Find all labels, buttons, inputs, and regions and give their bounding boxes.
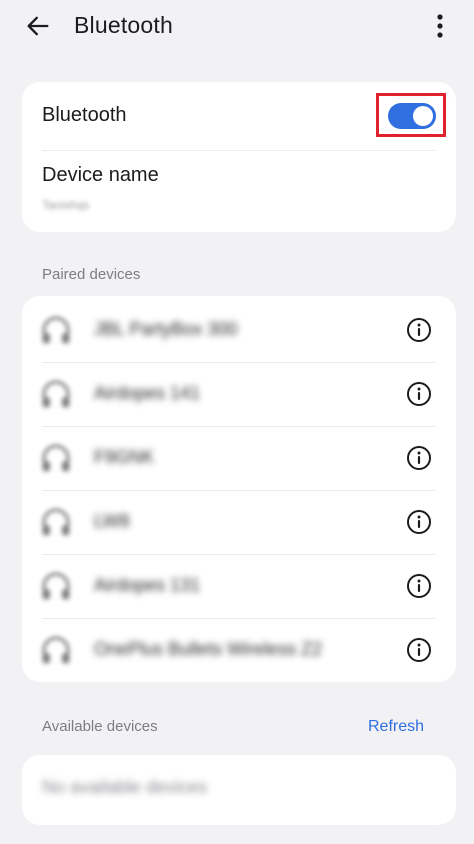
no-available-devices-text: No available devices: [42, 777, 208, 797]
bluetooth-settings-card: Bluetooth Device name Tanishqs: [22, 82, 456, 232]
paired-device-row[interactable]: Airdopes 131: [22, 554, 456, 618]
info-icon[interactable]: [406, 509, 432, 535]
more-options-button[interactable]: [426, 10, 454, 42]
device-name-label: Device name: [42, 164, 159, 186]
paired-device-row[interactable]: JBL PartyBox 300: [22, 298, 456, 362]
paired-device-row[interactable]: LW8: [22, 490, 456, 554]
paired-devices-label: Paired devices: [42, 266, 141, 283]
more-vert-icon: [437, 14, 443, 38]
bluetooth-label: Bluetooth: [42, 104, 127, 126]
info-icon[interactable]: [406, 317, 432, 343]
switch-knob: [413, 106, 433, 126]
headphones-icon: [42, 444, 70, 472]
back-button[interactable]: [22, 10, 54, 42]
info-icon[interactable]: [406, 573, 432, 599]
paired-device-name: LW8: [94, 511, 130, 531]
headphones-icon: [42, 316, 70, 344]
paired-device-row[interactable]: Airdopes 141: [22, 362, 456, 426]
headphones-icon: [42, 572, 70, 600]
paired-device-name: F9GNK: [94, 447, 155, 467]
paired-device-row[interactable]: OnePlus Bullets Wireless Z2: [22, 618, 456, 682]
refresh-button[interactable]: Refresh: [368, 718, 424, 736]
bluetooth-toggle-row[interactable]: Bluetooth: [22, 82, 456, 150]
bluetooth-switch[interactable]: [388, 103, 436, 129]
arrow-left-icon: [27, 16, 49, 36]
paired-device-row[interactable]: F9GNK: [22, 426, 456, 490]
paired-device-name: Airdopes 141: [94, 383, 201, 403]
info-icon[interactable]: [406, 381, 432, 407]
device-name-value: Tanishqs: [42, 198, 90, 212]
headphones-icon: [42, 380, 70, 408]
available-devices-label: Available devices: [42, 718, 158, 735]
app-bar: Bluetooth: [0, 0, 474, 54]
paired-device-name: Airdopes 131: [94, 575, 201, 595]
paired-devices-card: JBL PartyBox 300 Airdopes 141 F9GNK LW8 …: [22, 296, 456, 682]
paired-device-name: OnePlus Bullets Wireless Z2: [94, 639, 323, 659]
headphones-icon: [42, 508, 70, 536]
available-devices-card: No available devices: [22, 755, 456, 825]
headphones-icon: [42, 636, 70, 664]
paired-device-name: JBL PartyBox 300: [94, 319, 238, 339]
info-icon[interactable]: [406, 445, 432, 471]
divider: [42, 150, 436, 151]
info-icon[interactable]: [406, 637, 432, 663]
highlight-box: [376, 93, 446, 137]
page-title: Bluetooth: [74, 12, 173, 38]
